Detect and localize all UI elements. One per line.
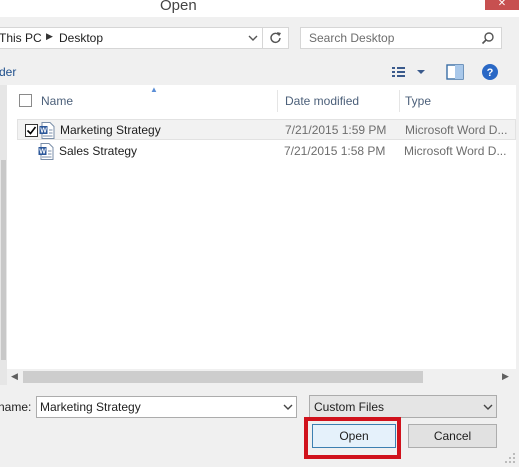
refresh-icon [270, 32, 281, 44]
select-all-checkbox[interactable] [19, 94, 32, 107]
file-name-field[interactable]: Marketing Strategy [36, 396, 297, 418]
column-header-name[interactable]: Name [41, 94, 73, 108]
sort-ascending-icon: ▲ [150, 85, 158, 94]
title-bar: Open ✕ [0, 0, 519, 17]
address-bar[interactable]: This PC ▶ Desktop [0, 27, 289, 49]
file-type: Microsoft Word D... [404, 144, 507, 158]
search-input[interactable]: Search Desktop [309, 31, 394, 45]
breadcrumb-this-pc[interactable]: This PC [0, 31, 42, 45]
view-options-icon[interactable] [390, 63, 430, 81]
table-row[interactable]: W Sales Strategy 7/21/2015 1:58 PM Micro… [17, 141, 516, 162]
table-row[interactable]: W Marketing Strategy 7/21/2015 1:59 PM M… [17, 119, 516, 140]
help-icon[interactable]: ? [481, 63, 499, 81]
file-type-select[interactable]: Custom Files [309, 395, 497, 418]
chevron-down-icon[interactable] [482, 401, 494, 413]
breadcrumb-desktop[interactable]: Desktop [59, 31, 103, 45]
navigation-pane-scrollbar[interactable] [0, 85, 7, 385]
column-header-row: ▲ Name Date modified Type [7, 85, 516, 115]
chevron-down-icon[interactable] [282, 401, 294, 413]
svg-text:?: ? [487, 67, 494, 79]
file-date: 7/21/2015 1:58 PM [284, 144, 386, 158]
file-name-value[interactable]: Marketing Strategy [40, 400, 141, 414]
column-divider[interactable] [277, 90, 278, 112]
close-icon: ✕ [497, 0, 507, 9]
search-icon[interactable] [481, 31, 495, 45]
svg-text:W: W [40, 128, 47, 135]
file-type-value[interactable]: Custom Files [314, 400, 384, 414]
scroll-right-icon[interactable]: ▶ [502, 371, 509, 382]
word-document-icon: W [39, 122, 55, 139]
chevron-down-icon[interactable] [246, 31, 260, 45]
scroll-thumb[interactable] [1, 160, 6, 360]
preview-pane-icon[interactable] [446, 64, 464, 80]
close-button[interactable]: ✕ [485, 0, 519, 10]
file-name-label: name: [0, 400, 32, 414]
search-box[interactable]: Search Desktop [300, 27, 502, 49]
new-folder-button[interactable]: der [0, 65, 16, 79]
scroll-thumb[interactable] [23, 371, 423, 383]
resize-grip-icon[interactable] [503, 451, 517, 465]
svg-text:W: W [39, 149, 46, 156]
file-date: 7/21/2015 1:59 PM [285, 123, 387, 137]
window-title: Open [160, 0, 197, 14]
file-name[interactable]: Marketing Strategy [60, 123, 161, 137]
row-checkbox[interactable] [25, 124, 38, 137]
file-type: Microsoft Word D... [405, 123, 508, 137]
refresh-button[interactable] [262, 28, 288, 48]
highlight-annotation [304, 417, 401, 459]
breadcrumb-separator-icon[interactable]: ▶ [46, 31, 53, 42]
column-header-date[interactable]: Date modified [285, 94, 359, 108]
scroll-left-icon[interactable]: ◀ [11, 371, 18, 382]
cancel-button[interactable]: Cancel [408, 424, 497, 448]
horizontal-scrollbar[interactable]: ◀ ▶ [7, 369, 516, 385]
column-divider[interactable] [399, 90, 400, 112]
checkmark-icon [26, 126, 37, 135]
word-document-icon: W [38, 143, 54, 160]
column-header-type[interactable]: Type [405, 94, 431, 108]
file-name[interactable]: Sales Strategy [59, 144, 137, 158]
